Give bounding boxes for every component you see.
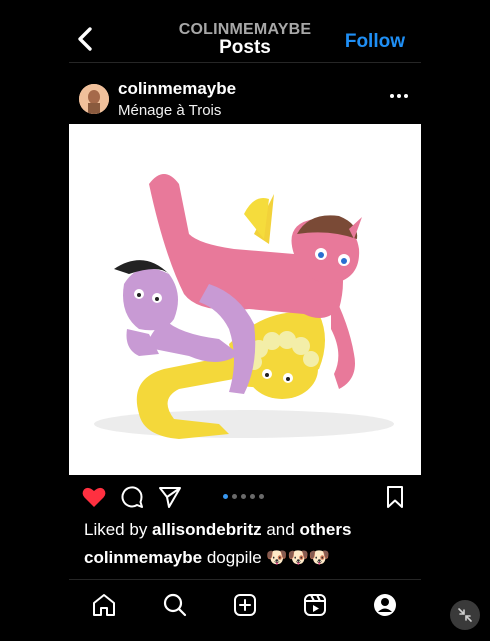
create-icon (234, 594, 256, 616)
carousel-dot (259, 494, 264, 499)
likes-prefix: Liked by (84, 520, 153, 539)
nav-search[interactable] (162, 592, 188, 618)
carousel-dot (232, 494, 237, 499)
nav-home[interactable] (91, 592, 117, 618)
header: COLINMEMAYBE Posts Follow (69, 0, 421, 63)
bookmark-icon (387, 486, 403, 508)
search-icon (163, 593, 187, 617)
carousel-indicator (223, 494, 264, 499)
avatar[interactable] (79, 84, 109, 114)
nav-create[interactable] (232, 592, 258, 618)
comment-button[interactable] (119, 484, 145, 510)
share-button[interactable] (157, 484, 183, 510)
post-caption: colinmemaybe dogpile 🐶🐶🐶 (84, 548, 330, 568)
reels-icon (304, 594, 326, 616)
instagram-post-view: COLINMEMAYBE Posts Follow colinmemaybe M… (69, 0, 421, 640)
likes-others[interactable]: others (299, 520, 351, 539)
save-button[interactable] (382, 484, 408, 510)
likes-summary[interactable]: Liked by allisondebritz and others (84, 520, 351, 540)
post-actions (69, 484, 421, 512)
nav-profile[interactable] (372, 592, 398, 618)
more-options-button[interactable] (387, 86, 411, 106)
follow-button[interactable]: Follow (345, 31, 405, 53)
post-username[interactable]: colinmemaybe (118, 79, 236, 99)
like-button[interactable] (81, 484, 107, 510)
clay-sculpture-photo (94, 174, 394, 439)
collapse-arrows-icon (458, 608, 472, 622)
avatar-image (79, 84, 109, 114)
comment-icon (121, 486, 143, 508)
home-icon (93, 594, 115, 616)
minimize-button[interactable] (450, 600, 480, 630)
paper-plane-icon (159, 487, 181, 508)
likes-middle: and (261, 520, 300, 539)
carousel-dot (250, 494, 255, 499)
post-image[interactable] (69, 124, 421, 475)
carousel-dot (241, 494, 246, 499)
carousel-dot (223, 494, 228, 499)
nav-reels[interactable] (302, 592, 328, 618)
more-horizontal-icon (390, 94, 408, 98)
bottom-nav (69, 579, 421, 641)
profile-icon (374, 594, 396, 616)
post-location[interactable]: Ménage à Trois (118, 102, 221, 119)
liker-username[interactable]: allisondebritz (152, 520, 262, 539)
caption-text: dogpile 🐶🐶🐶 (206, 548, 330, 567)
caption-username[interactable]: colinmemaybe (84, 548, 202, 567)
heart-filled-icon (82, 487, 106, 507)
